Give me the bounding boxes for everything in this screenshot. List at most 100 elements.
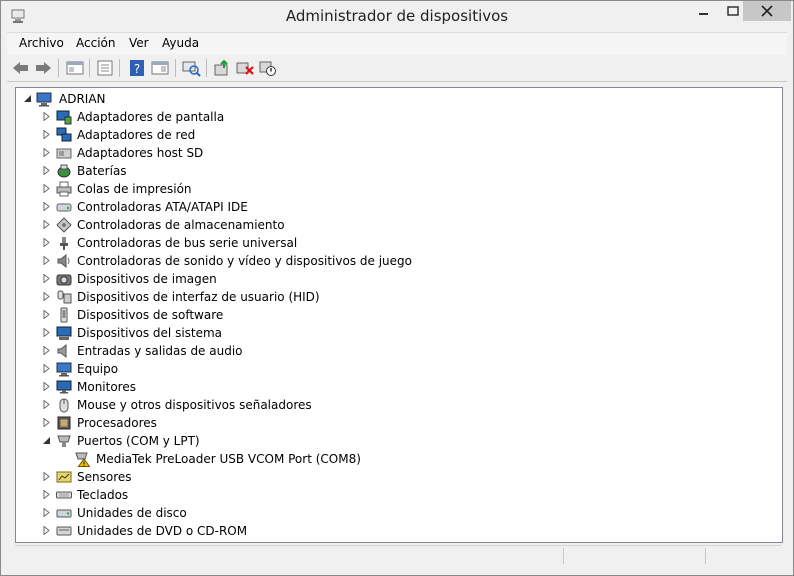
tree-category-item[interactable]: Controladoras de bus serie universal [16, 234, 776, 252]
tree-item-label: Entradas y salidas de audio [77, 344, 243, 358]
tree-category-item[interactable]: Dispositivos de software [16, 306, 776, 324]
collapse-arrow-icon[interactable] [42, 436, 51, 445]
expand-arrow-icon[interactable] [42, 202, 51, 211]
back-icon[interactable] [11, 59, 31, 77]
collapse-arrow-icon[interactable] [23, 94, 32, 103]
tree-category-item[interactable]: Entradas y salidas de audio [16, 342, 776, 360]
tree-category-item[interactable]: Controladoras de almacenamiento [16, 216, 776, 234]
software-device-icon [60, 307, 68, 323]
tree-item-label: Dispositivos de software [77, 308, 224, 322]
scan-hardware-icon[interactable] [181, 59, 201, 77]
menu-ayuda[interactable]: Ayuda [162, 36, 199, 50]
keyboard-icon [56, 491, 72, 499]
tree-category-item[interactable]: Colas de impresión [16, 180, 776, 198]
help-icon[interactable]: ? [127, 59, 147, 77]
tree-item-label: Mouse y otros dispositivos señaladores [77, 398, 312, 412]
device-manager-window: Administrador de dispositivos Archivo Ac… [0, 0, 794, 576]
expand-arrow-icon[interactable] [42, 382, 51, 391]
display-adapter-icon [56, 110, 72, 125]
tree-item-label: Adaptadores host SD [77, 146, 204, 160]
hid-icon [57, 290, 72, 304]
expand-arrow-icon[interactable] [42, 400, 51, 409]
tree-category-item[interactable]: Controladoras de sonido y vídeo y dispos… [16, 252, 776, 270]
tree-item-label: Controladoras de bus serie universal [77, 236, 298, 250]
tree-category-item[interactable]: Unidades de disco [16, 504, 776, 522]
expand-arrow-icon[interactable] [42, 220, 51, 229]
tree-item-label: Controladoras de sonido y vídeo y dispos… [77, 254, 412, 268]
update-driver-icon[interactable] [212, 59, 232, 77]
expand-arrow-icon[interactable] [42, 238, 51, 247]
menu-ver[interactable]: Ver [129, 36, 149, 50]
action-pane-icon[interactable] [150, 59, 170, 77]
svg-text:?: ? [134, 62, 140, 76]
menu-archivo[interactable]: Archivo [19, 36, 64, 50]
tree-category-item[interactable]: Puertos (COM y LPT) [16, 432, 776, 450]
tree-category-item[interactable]: Dispositivos de imagen [16, 270, 776, 288]
expand-arrow-icon[interactable] [42, 346, 51, 355]
expand-arrow-icon[interactable] [42, 148, 51, 157]
tree-category-item[interactable]: Unidades de DVD o CD-ROM [16, 522, 776, 540]
tree-item-label: ADRIAN [59, 92, 106, 106]
expand-arrow-icon[interactable] [42, 166, 51, 175]
up-level-icon[interactable] [65, 59, 85, 77]
show-hide-tree-icon[interactable] [95, 59, 115, 77]
toolbar-separator [58, 59, 59, 77]
tree-category-item[interactable]: Adaptadores host SD [16, 144, 776, 162]
disable-device-icon[interactable] [258, 59, 278, 77]
expand-arrow-icon[interactable] [42, 184, 51, 193]
expand-arrow-icon[interactable] [42, 292, 51, 301]
usb-controller-icon [60, 237, 68, 250]
close-button[interactable] [743, 1, 791, 21]
tree-category-item[interactable]: Procesadores [16, 414, 776, 432]
computer-icon [56, 362, 72, 377]
tree-category-item[interactable]: Sensores [16, 468, 776, 486]
expand-arrow-icon[interactable] [42, 130, 51, 139]
tree-category-item[interactable]: Teclados [16, 486, 776, 504]
expand-arrow-icon[interactable] [42, 490, 51, 499]
expand-arrow-icon[interactable] [42, 418, 51, 427]
tree-item-label: Puertos (COM y LPT) [77, 434, 200, 448]
tree-item-label: Adaptadores de pantalla [77, 110, 225, 124]
expand-arrow-icon[interactable] [42, 472, 51, 481]
ide-controller-icon [56, 203, 72, 212]
printer-icon [56, 181, 72, 197]
audio-io-icon [57, 343, 67, 359]
minimize-button[interactable] [689, 1, 719, 21]
camera-icon [56, 274, 72, 286]
expand-arrow-icon[interactable] [42, 508, 51, 517]
expand-arrow-icon[interactable] [42, 526, 51, 535]
computer-icon [36, 92, 52, 107]
tree-category-item[interactable]: Controladoras ATA/ATAPI IDE [16, 198, 776, 216]
tree-category-item[interactable]: Adaptadores de pantalla [16, 108, 776, 126]
tree-category-item[interactable]: Mouse y otros dispositivos señaladores [16, 396, 776, 414]
tree-item-label: Controladoras ATA/ATAPI IDE [77, 200, 248, 214]
status-cell [563, 548, 564, 564]
sound-icon [57, 253, 70, 269]
window-title: Administrador de dispositivos [285, 7, 509, 25]
tree-item-label: Teclados [77, 488, 129, 502]
tree-category-item[interactable]: Baterías [16, 162, 776, 180]
tree-category-item[interactable]: Dispositivos de interfaz de usuario (HID… [16, 288, 776, 306]
tree-item-label: Dispositivos de imagen [77, 272, 217, 286]
tree-category-item[interactable]: Dispositivos del sistema [16, 324, 776, 342]
expand-arrow-icon[interactable] [42, 112, 51, 121]
expand-arrow-icon[interactable] [42, 328, 51, 337]
tree-category-item[interactable]: Equipo [16, 360, 776, 378]
tree-root-computer[interactable]: ADRIAN [16, 90, 776, 108]
toolbar-separator [119, 59, 120, 77]
tree-item-label: Baterías [77, 164, 127, 178]
tree-item-label: MediaTek PreLoader USB VCOM Port (COM8) [96, 452, 361, 466]
expand-arrow-icon[interactable] [42, 274, 51, 283]
expand-arrow-icon[interactable] [42, 364, 51, 373]
tree-item-label: Colas de impresión [77, 182, 192, 196]
tree-category-item[interactable]: Adaptadores de red [16, 126, 776, 144]
expand-arrow-icon[interactable] [42, 256, 51, 265]
uninstall-device-icon[interactable] [235, 59, 255, 77]
device-tree[interactable]: ADRIAN Adaptadores de pantalla Adaptadores… [15, 87, 783, 543]
title-bar[interactable]: Administrador de dispositivos [1, 1, 793, 32]
tree-device-item[interactable]: MediaTek PreLoader USB VCOM Port (COM8) [16, 450, 776, 468]
menu-accion[interactable]: Acción [76, 36, 115, 50]
tree-category-item[interactable]: Monitores [16, 378, 776, 396]
forward-icon[interactable] [33, 59, 53, 77]
expand-arrow-icon[interactable] [42, 310, 51, 319]
